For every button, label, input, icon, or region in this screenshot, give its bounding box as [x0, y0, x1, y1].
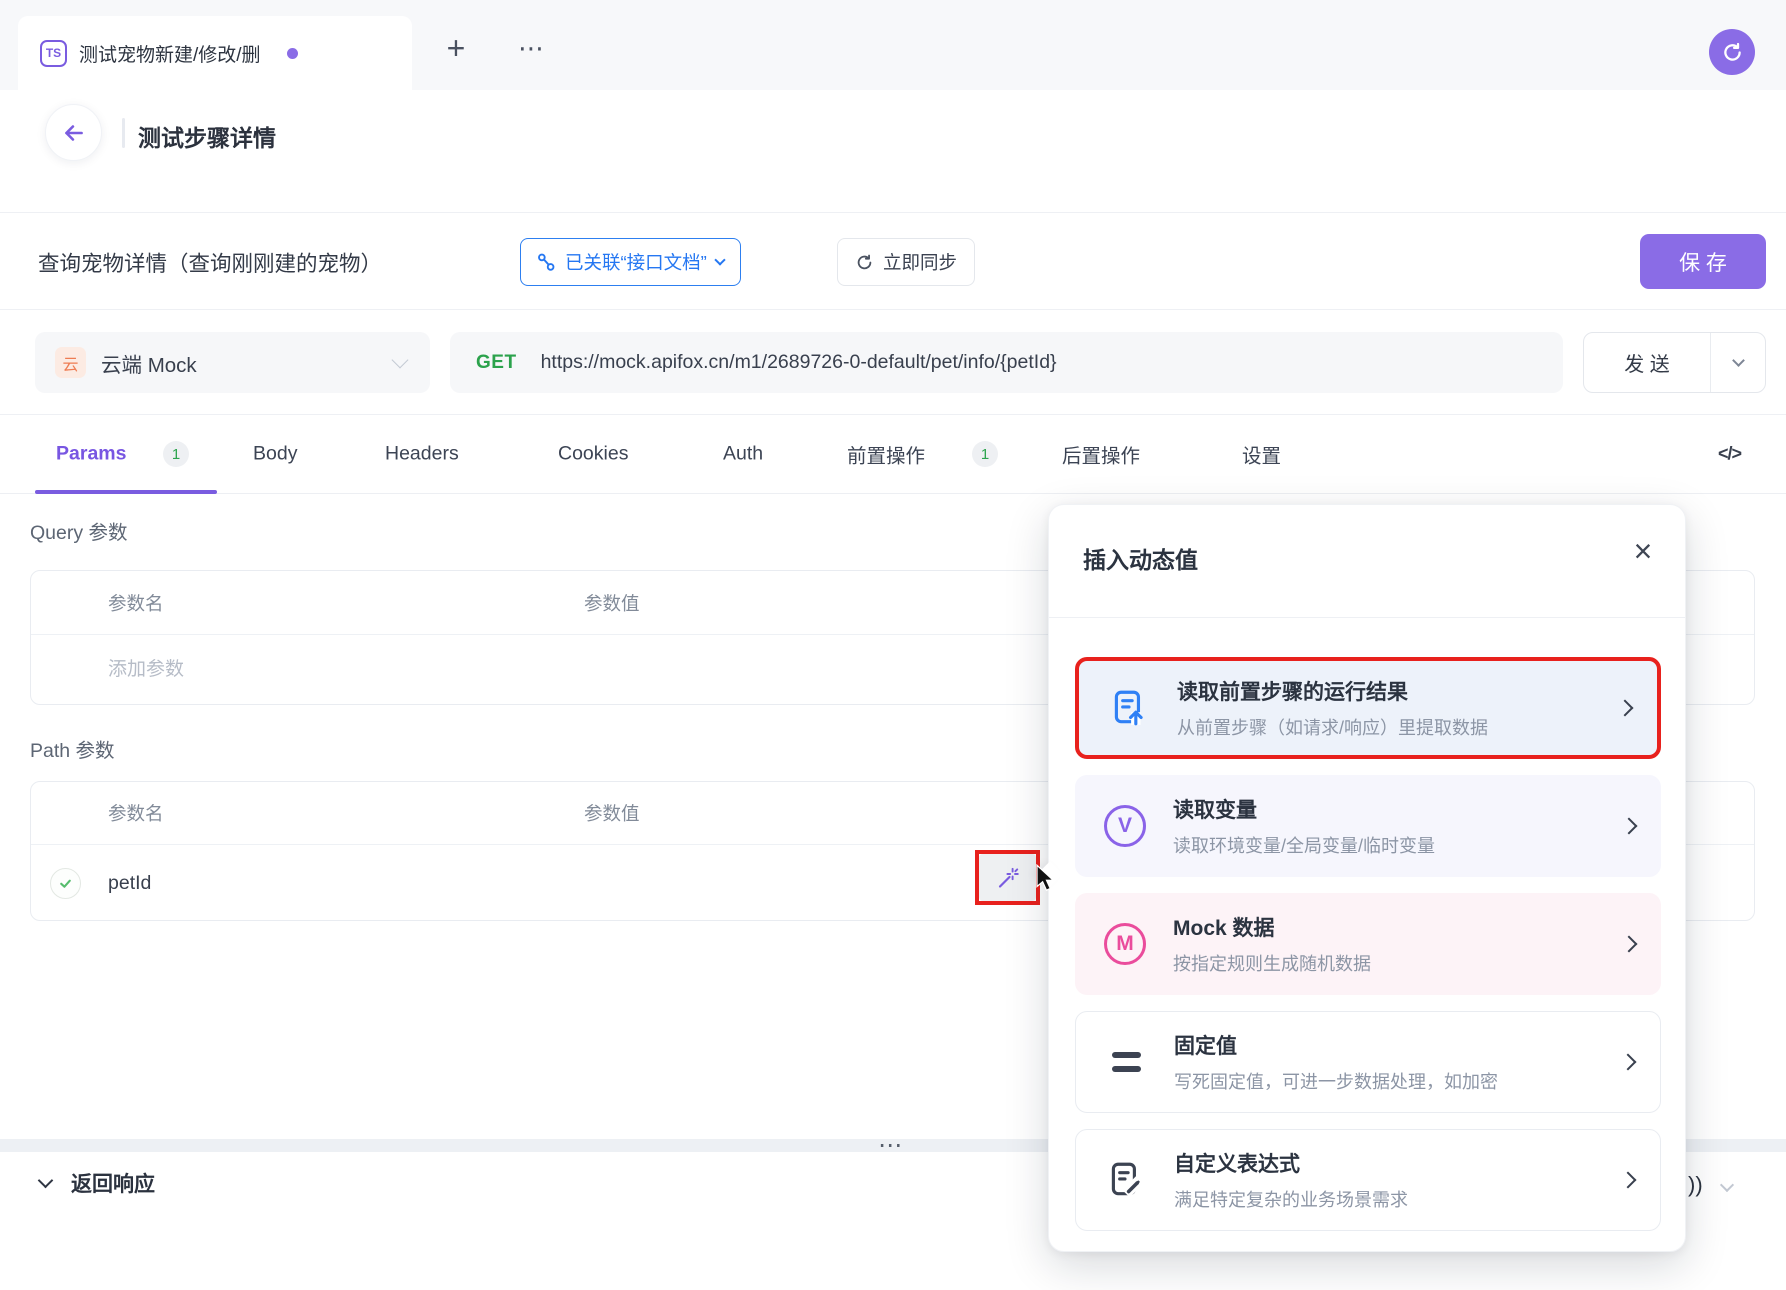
- unsaved-dot: [287, 48, 298, 59]
- environment-label: 云端 Mock: [101, 348, 394, 378]
- sync-now-button[interactable]: 立即同步: [837, 238, 975, 286]
- chevron-down-icon: [38, 1173, 54, 1189]
- sync-status-button[interactable]: [1709, 29, 1755, 75]
- chevron-right-icon: [1620, 1172, 1637, 1189]
- document-tab[interactable]: TS 测试宠物新建/修改/删: [18, 16, 412, 90]
- magic-wand-icon: [996, 866, 1020, 890]
- tab-settings[interactable]: 设置: [1242, 440, 1281, 469]
- insert-dynamic-value-button[interactable]: [979, 854, 1036, 901]
- code-view-icon[interactable]: </>: [1718, 444, 1741, 465]
- chevron-right-icon: [1617, 700, 1634, 717]
- tab-pre-operations[interactable]: 前置操作: [847, 440, 925, 469]
- tab-headers[interactable]: Headers: [385, 443, 459, 466]
- tab-params[interactable]: Params: [56, 443, 126, 466]
- environment-select[interactable]: 云 云端 Mock: [35, 332, 430, 393]
- add-param-input[interactable]: [108, 659, 508, 681]
- path-params-section-label: Path 参数: [30, 734, 115, 763]
- tab-cookies[interactable]: Cookies: [558, 443, 628, 466]
- method-label: GET: [476, 352, 517, 374]
- variable-icon: V: [1103, 804, 1147, 848]
- option-read-previous-step-result[interactable]: 读取前置步骤的运行结果 从前置步骤（如请求/响应）里提取数据: [1075, 657, 1661, 759]
- tab-title: 测试宠物新建/修改/删: [79, 40, 277, 67]
- send-options-button[interactable]: [1711, 333, 1765, 392]
- option-fixed-value[interactable]: 固定值 写死固定值，可进一步数据处理，如加密: [1075, 1011, 1661, 1113]
- arrow-left-icon: [61, 120, 87, 146]
- step-name: 查询宠物详情（查询刚刚建的宠物）: [38, 247, 382, 278]
- send-split-button: 发 送: [1583, 332, 1766, 393]
- header-divider: [122, 118, 125, 148]
- page-header: 测试步骤详情: [0, 90, 1786, 213]
- popup-title: 插入动态值: [1083, 541, 1198, 575]
- popup-divider: [1049, 617, 1685, 618]
- option-description: 从前置步骤（如请求/响应）里提取数据: [1177, 714, 1488, 740]
- param-name-cell[interactable]: petId: [108, 872, 151, 895]
- close-icon[interactable]: ×: [1621, 529, 1665, 573]
- chevron-down-icon: [392, 352, 409, 369]
- linked-doc-label: 已关联“接口文档”: [565, 249, 707, 275]
- pre-operations-count-badge: 1: [972, 441, 998, 467]
- tab-more-button[interactable]: ⋯: [512, 28, 552, 68]
- option-description: 读取环境变量/全局变量/临时变量: [1173, 832, 1435, 858]
- option-custom-expression[interactable]: 自定义表达式 满足特定复杂的业务场景需求: [1075, 1129, 1661, 1231]
- column-header-value: 参数值: [584, 800, 640, 826]
- linked-doc-button[interactable]: 已关联“接口文档”: [520, 238, 741, 286]
- option-title: 读取变量: [1173, 794, 1435, 824]
- request-bar: 云 云端 Mock GET https://mock.apifox.cn/m1/…: [0, 310, 1786, 415]
- chevron-right-icon: [1621, 818, 1638, 835]
- param-enabled-checkbox[interactable]: [50, 868, 81, 899]
- params-count-badge: 1: [163, 441, 189, 467]
- option-description: 按指定规则生成随机数据: [1173, 950, 1371, 976]
- option-description: 满足特定复杂的业务场景需求: [1174, 1186, 1408, 1212]
- tab-body[interactable]: Body: [253, 443, 297, 466]
- request-tabs: Params 1 Body Headers Cookies Auth 前置操作 …: [0, 415, 1786, 494]
- collapse-response-icon[interactable]: [1720, 1178, 1734, 1192]
- test-scenario-icon: TS: [40, 40, 67, 67]
- sync-icon: [1721, 41, 1744, 64]
- url-text: https://mock.apifox.cn/m1/2689726-0-defa…: [541, 351, 1057, 374]
- option-title: Mock 数据: [1173, 912, 1371, 942]
- option-title: 读取前置步骤的运行结果: [1177, 676, 1488, 706]
- page-title: 测试步骤详情: [138, 119, 276, 153]
- option-read-variable[interactable]: V 读取变量 读取环境变量/全局变量/临时变量: [1075, 775, 1661, 877]
- response-section-toggle[interactable]: 返回响应: [40, 1168, 155, 1198]
- new-tab-button[interactable]: +: [436, 28, 476, 68]
- chevron-down-icon: [1732, 354, 1745, 367]
- document-upload-icon: [1107, 686, 1151, 730]
- equals-icon: [1104, 1040, 1148, 1084]
- query-params-section-label: Query 参数: [30, 516, 128, 545]
- chevron-right-icon: [1620, 1054, 1637, 1071]
- column-header-value: 参数值: [584, 590, 640, 616]
- chevron-down-icon: [714, 254, 725, 265]
- refresh-icon: [855, 253, 874, 272]
- top-tab-strip: TS 测试宠物新建/修改/删 + ⋯: [0, 0, 1786, 90]
- active-tab-indicator: [35, 490, 217, 494]
- column-header-name: 参数名: [31, 590, 584, 616]
- back-button[interactable]: [45, 104, 102, 161]
- option-description: 写死固定值，可进一步数据处理，如加密: [1174, 1068, 1498, 1094]
- column-header-name: 参数名: [31, 800, 584, 826]
- tab-auth[interactable]: Auth: [723, 443, 763, 466]
- sync-now-label: 立即同步: [883, 249, 957, 275]
- check-icon: [58, 876, 73, 891]
- response-obscured-text: )): [1688, 1172, 1703, 1198]
- response-section-label: 返回响应: [71, 1168, 155, 1198]
- chevron-right-icon: [1621, 936, 1638, 953]
- cloud-env-icon: 云: [55, 347, 86, 378]
- url-input[interactable]: GET https://mock.apifox.cn/m1/2689726-0-…: [450, 332, 1563, 393]
- save-button[interactable]: 保 存: [1640, 234, 1766, 289]
- splitter-drag-handle[interactable]: ⋯: [878, 1131, 903, 1160]
- mock-icon: M: [1103, 922, 1147, 966]
- insert-dynamic-value-popup: 插入动态值 × 读取前置步骤的运行结果 从前置步骤（如请求/响应）里提取数据: [1048, 504, 1686, 1252]
- send-button[interactable]: 发 送: [1584, 333, 1711, 392]
- option-title: 自定义表达式: [1174, 1148, 1408, 1178]
- option-title: 固定值: [1174, 1030, 1498, 1060]
- tab-post-operations[interactable]: 后置操作: [1062, 440, 1140, 469]
- step-toolbar: 查询宠物详情（查询刚刚建的宠物） 已关联“接口文档” 立即同步 保 存: [0, 213, 1786, 310]
- wand-highlight-box: [975, 850, 1040, 905]
- option-mock-data[interactable]: M Mock 数据 按指定规则生成随机数据: [1075, 893, 1661, 995]
- document-edit-icon: [1104, 1158, 1148, 1202]
- link-icon: [537, 253, 556, 272]
- apifox-test-step-window: TS 测试宠物新建/修改/删 + ⋯ 测试步骤详情 查询宠物详情（查询刚刚建的宠…: [0, 0, 1786, 1290]
